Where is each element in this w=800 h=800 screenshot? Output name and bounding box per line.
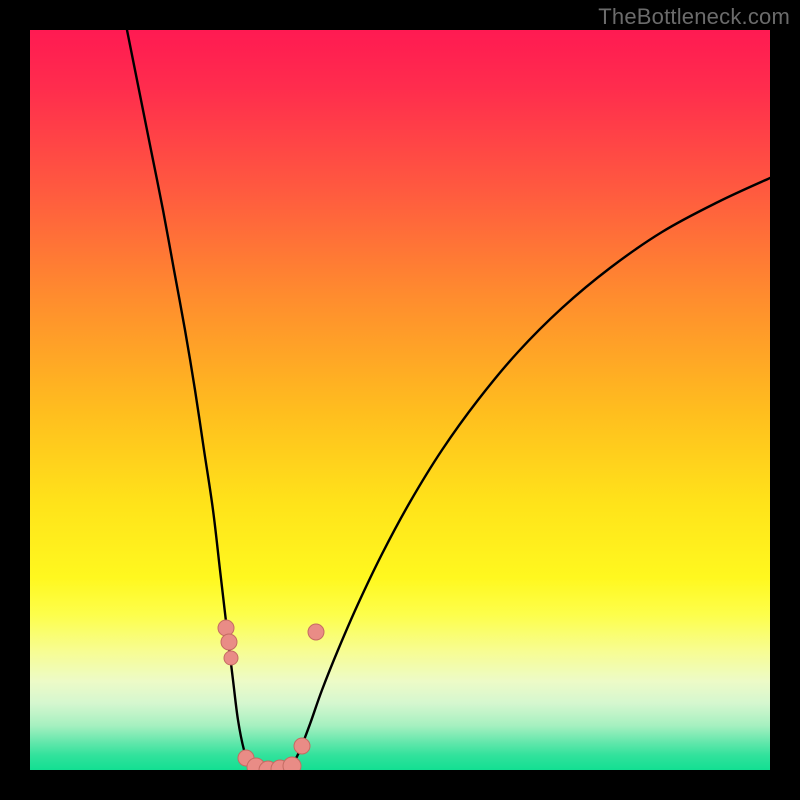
plot-area <box>30 30 770 770</box>
outer-frame: TheBottleneck.com <box>0 0 800 800</box>
watermark-text: TheBottleneck.com <box>598 4 790 30</box>
gradient-background <box>30 30 770 770</box>
